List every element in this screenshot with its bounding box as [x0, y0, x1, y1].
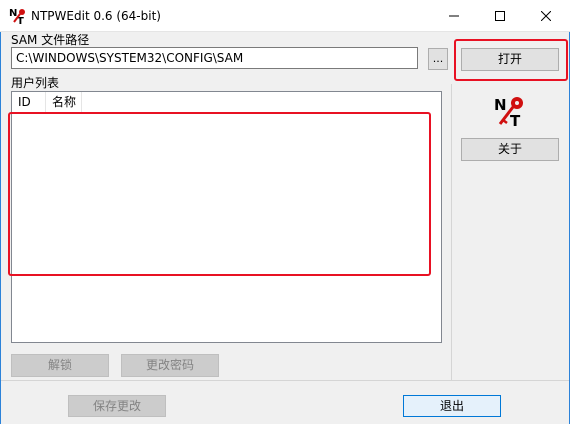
sam-path-label: SAM 文件路径 [11, 33, 90, 47]
user-list-header: ID 名称 [12, 92, 441, 112]
unlock-button[interactable]: 解锁 [11, 354, 109, 377]
save-changes-button[interactable]: 保存更改 [68, 395, 166, 417]
vertical-divider [451, 84, 452, 380]
about-button[interactable]: 关于 [461, 138, 559, 161]
close-button[interactable] [523, 0, 569, 31]
highlight-box-user-list [8, 112, 431, 276]
column-header-id[interactable]: ID [12, 92, 46, 112]
close-icon [541, 10, 551, 21]
svg-text:N: N [494, 96, 507, 114]
highlight-box-open-button [454, 39, 568, 81]
exit-button[interactable]: 退出 [403, 395, 501, 417]
svg-text:T: T [510, 112, 521, 129]
minimize-icon [449, 15, 459, 16]
window-title: NTPWEdit 0.6 (64-bit) [31, 9, 161, 23]
maximize-icon [495, 10, 505, 21]
column-header-name[interactable]: 名称 [46, 92, 82, 112]
ntpwedit-key-logo: N T [494, 96, 523, 129]
title-bar[interactable]: N T NTPWEdit 0.6 (64-bit) [0, 0, 570, 32]
sam-path-field[interactable]: C:\WINDOWS\SYSTEM32\CONFIG\SAM [11, 47, 418, 69]
window-frame-left [0, 32, 1, 424]
browse-button[interactable]: ... [428, 48, 448, 70]
maximize-button[interactable] [477, 0, 523, 31]
change-password-button[interactable]: 更改密码 [121, 354, 219, 377]
horizontal-divider [1, 380, 569, 381]
ntpwedit-icon: N T [9, 7, 27, 25]
minimize-button[interactable] [431, 0, 477, 31]
user-list-label: 用户列表 [11, 76, 60, 90]
